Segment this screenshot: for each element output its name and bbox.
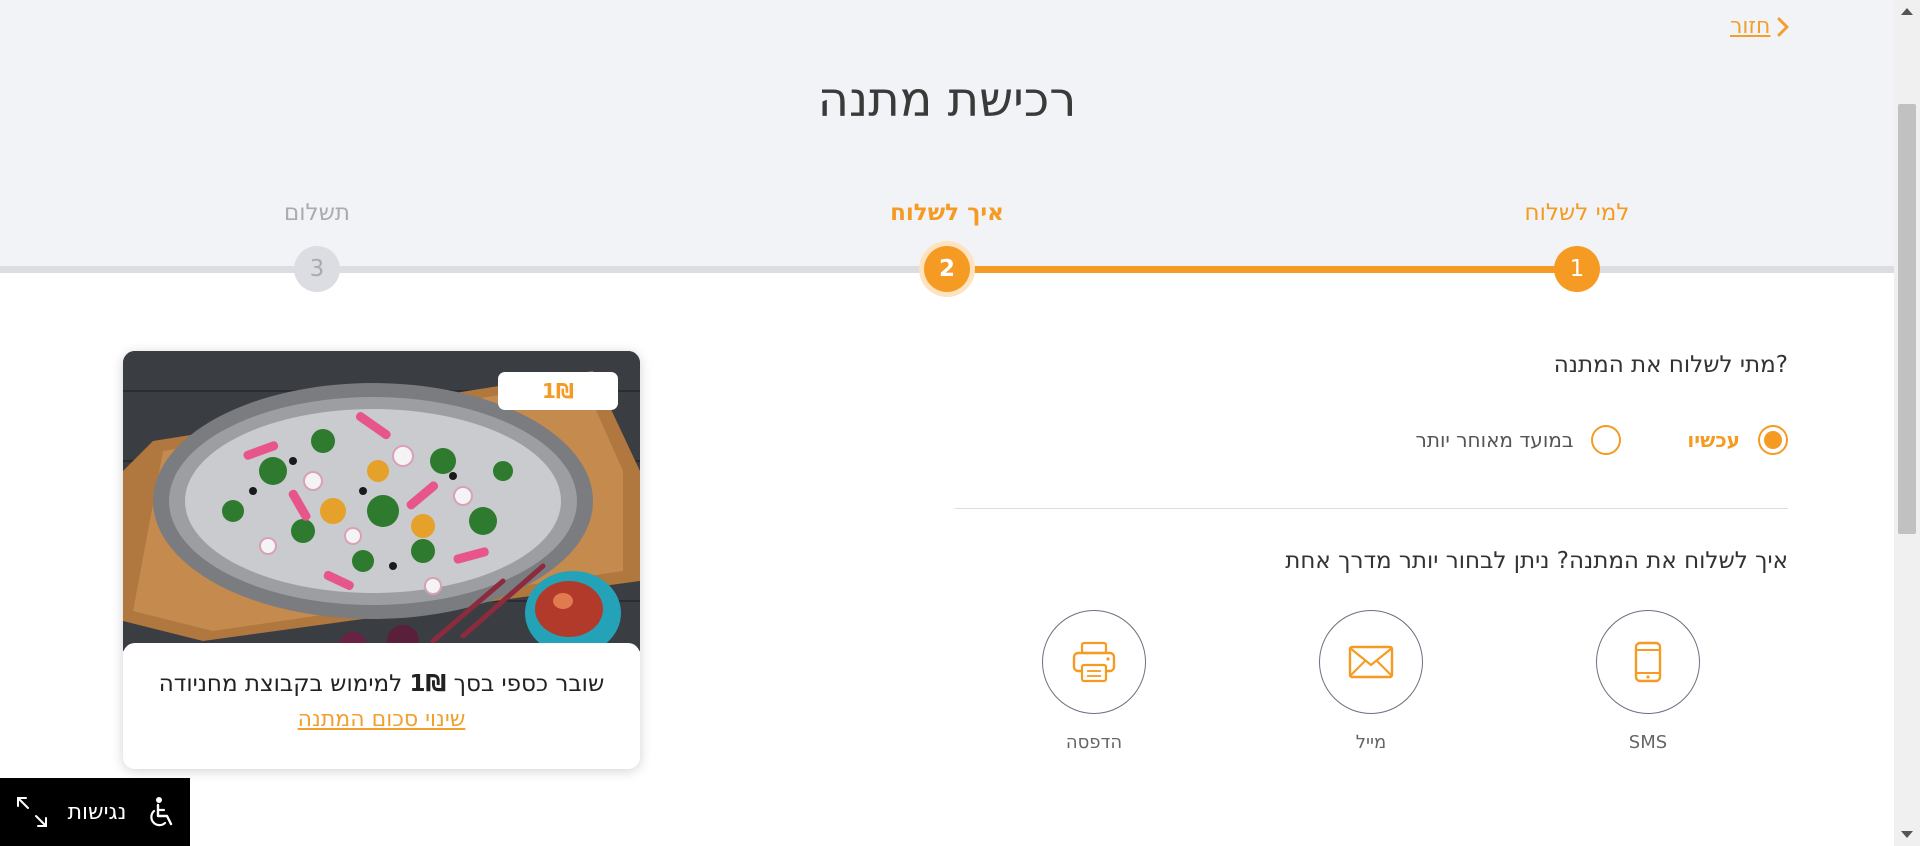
how-question: איך לשלוח את המתנה? ניתן לבחור יותר מדרך…	[1285, 548, 1788, 574]
desc-prefix: שובר כספי בסך	[446, 671, 605, 697]
when-question: מתי לשלוח את המתנה?	[1553, 352, 1788, 378]
scroll-down-icon[interactable]	[1901, 831, 1913, 838]
gift-card: 1₪ שובר כספי בסך 1₪ למימוש בקבוצת מחניוד…	[123, 351, 640, 769]
step-label-how: איך לשלוח	[890, 200, 1004, 226]
phone-icon	[1634, 641, 1662, 683]
page-scrollbar[interactable]	[1894, 0, 1920, 846]
method-sms-circle[interactable]	[1596, 610, 1700, 714]
radio-now[interactable]	[1758, 425, 1788, 455]
wheelchair-icon	[150, 797, 173, 827]
header-band	[0, 0, 1894, 270]
desc-amount: 1₪	[409, 671, 447, 697]
gift-card-description: שובר כספי בסך 1₪ למימוש בקבוצת מחניודה	[123, 671, 640, 697]
method-email-circle[interactable]	[1319, 610, 1423, 714]
gift-card-body: שובר כספי בסך 1₪ למימוש בקבוצת מחניודה ש…	[123, 643, 640, 769]
price-badge: 1₪	[498, 372, 618, 410]
method-sms-label: SMS	[1628, 732, 1668, 753]
chevron-right-icon	[1777, 17, 1789, 36]
expand-icon	[17, 797, 47, 827]
step-circle-2: 2	[924, 246, 970, 292]
back-link[interactable]: חזור	[1730, 14, 1790, 39]
change-amount-link[interactable]: שינוי סכום המתנה	[298, 707, 466, 732]
envelope-icon	[1348, 645, 1394, 679]
radio-later-label[interactable]: במועד מאוחר יותר	[1416, 428, 1574, 452]
step-circle-1[interactable]: 1	[1554, 246, 1600, 292]
back-link-label: חזור	[1730, 14, 1771, 39]
method-sms[interactable]: SMS	[1578, 610, 1718, 753]
scrollbar-thumb[interactable]	[1898, 104, 1916, 534]
radio-later[interactable]	[1591, 425, 1622, 455]
gift-card-image: 1₪	[123, 351, 640, 651]
radio-now-label[interactable]: עכשיו	[1687, 428, 1740, 452]
step-label-who[interactable]: למי לשלוח	[1457, 200, 1697, 226]
radio-dot	[1764, 431, 1782, 449]
method-print-circle[interactable]	[1042, 610, 1146, 714]
accessibility-button[interactable]: נגישות	[0, 778, 190, 846]
method-email[interactable]: מייל	[1301, 610, 1441, 753]
progress-fill	[947, 266, 1577, 273]
method-email-label: מייל	[1355, 732, 1387, 753]
step-label-payment: תשלום	[283, 200, 350, 226]
section-divider	[955, 508, 1788, 509]
accessibility-label: נגישות	[67, 799, 127, 825]
method-print-label: הדפסה	[1065, 732, 1123, 753]
desc-suffix: למימוש בקבוצת מחניודה	[158, 671, 410, 697]
page-title: רכישת מתנה	[817, 72, 1077, 128]
method-print[interactable]: הדפסה	[1024, 610, 1164, 753]
printer-icon	[1072, 641, 1116, 683]
when-radio-group: עכשיו במועד מאוחר יותר	[1416, 425, 1788, 455]
step-circle-3: 3	[294, 246, 340, 292]
scroll-up-icon[interactable]	[1901, 8, 1913, 15]
